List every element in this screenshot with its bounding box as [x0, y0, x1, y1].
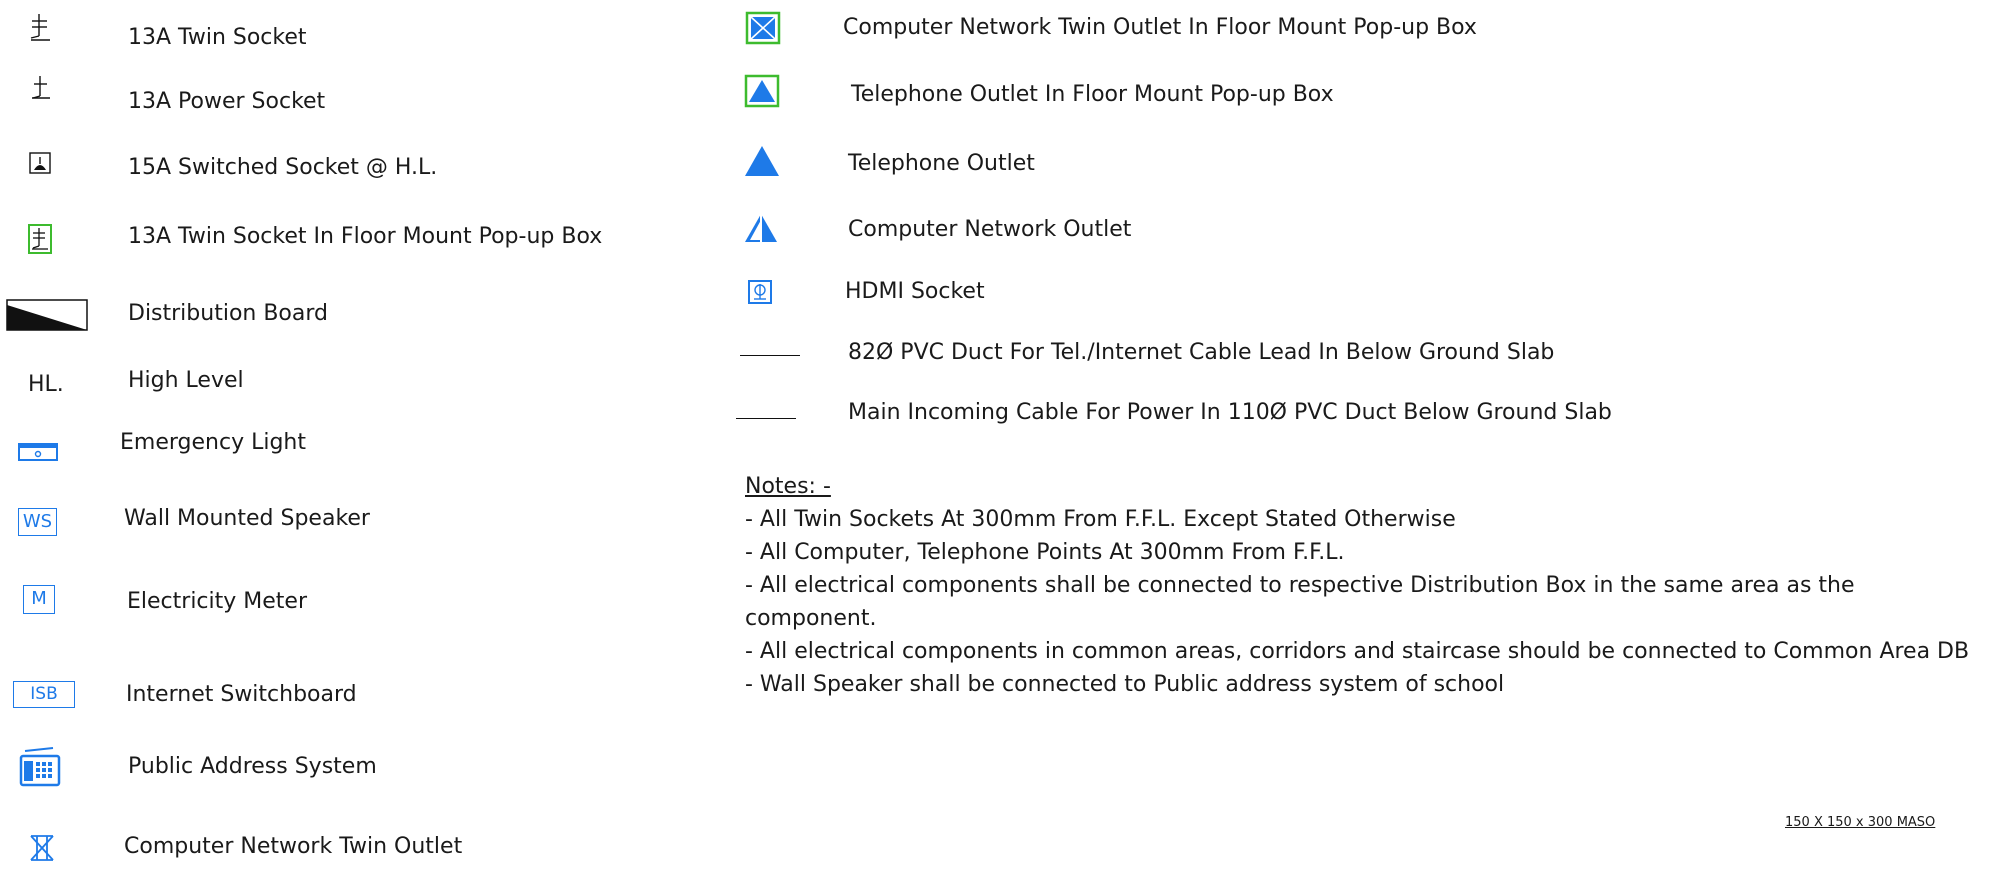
legend-label-twin-socket: 13A Twin Socket — [128, 25, 307, 50]
notes-heading: Notes: - — [745, 474, 831, 499]
switched-socket-icon — [29, 152, 51, 174]
emergency-light-icon — [18, 443, 58, 461]
distribution-board-icon — [6, 299, 88, 331]
internet-switchboard-icon: ISB — [13, 681, 75, 708]
legend-label-cable: Main Incoming Cable For Power In 110Ø PV… — [848, 400, 1612, 425]
legend-label-network-outlet: Computer Network Outlet — [848, 217, 1132, 242]
legend-label-floor-network-twin-outlet: Computer Network Twin Outlet In Floor Mo… — [843, 15, 1477, 40]
hdmi-socket-icon — [748, 280, 772, 304]
legend-label-emergency-light: Emergency Light — [120, 430, 306, 455]
note-item: - All electrical components in common ar… — [745, 639, 1970, 664]
legend-label-wall-speaker: Wall Mounted Speaker — [124, 506, 370, 531]
high-level-icon: HL. — [28, 372, 64, 397]
floor-network-twin-outlet-icon — [745, 11, 781, 45]
legend-label-internet-switchboard: Internet Switchboard — [126, 682, 357, 707]
note-item: - All Twin Sockets At 300mm From F.F.L. … — [745, 507, 1456, 532]
legend-label-duct: 82Ø PVC Duct For Tel./Internet Cable Lea… — [848, 340, 1555, 365]
scale-note: 150 X 150 x 300 MASO — [1785, 815, 1936, 830]
twin-socket-icon — [29, 14, 53, 42]
floor-twin-socket-icon — [28, 224, 52, 254]
legend-label-floor-telephone-outlet: Telephone Outlet In Floor Mount Pop-up B… — [851, 82, 1334, 107]
legend-label-electricity-meter: Electricity Meter — [127, 589, 307, 614]
legend-label-power-socket: 13A Power Socket — [128, 89, 326, 114]
note-item: - All Computer, Telephone Points At 300m… — [745, 540, 1345, 565]
legend-label-distribution-board: Distribution Board — [128, 301, 328, 326]
duct-line-icon — [740, 355, 800, 356]
legend-label-public-address: Public Address System — [128, 754, 377, 779]
notes-block: Notes: - - All Twin Sockets At 300mm Fro… — [745, 470, 1990, 701]
legend-label-switched-socket: 15A Switched Socket @ H.L. — [128, 155, 438, 180]
legend-label-hdmi-socket: HDMI Socket — [845, 279, 985, 304]
legend-label-high-level: High Level — [128, 368, 244, 393]
electricity-meter-icon: M — [23, 585, 55, 614]
public-address-icon — [19, 747, 61, 787]
power-socket-icon — [31, 76, 53, 100]
note-item: - Wall Speaker shall be connected to Pub… — [745, 672, 1505, 697]
note-item: - All electrical components shall be con… — [745, 573, 1855, 631]
floor-telephone-outlet-icon — [744, 74, 780, 108]
telephone-outlet-icon — [744, 145, 780, 177]
network-twin-outlet-icon — [30, 835, 54, 861]
network-outlet-icon — [744, 213, 778, 243]
legend-label-floor-twin-socket: 13A Twin Socket In Floor Mount Pop-up Bo… — [128, 224, 603, 249]
legend-label-telephone-outlet: Telephone Outlet — [848, 151, 1035, 176]
cable-line-icon — [736, 418, 796, 419]
wall-speaker-icon: WS — [18, 508, 57, 536]
legend-label-network-twin-outlet: Computer Network Twin Outlet — [124, 834, 463, 859]
